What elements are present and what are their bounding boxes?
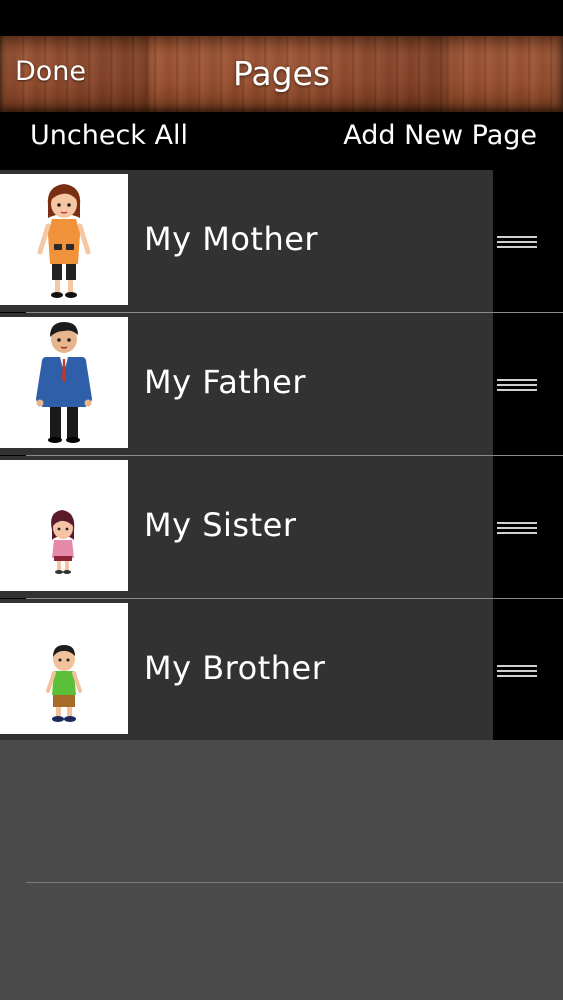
status-bar	[0, 0, 563, 36]
list-item[interactable]: My Sister	[0, 456, 563, 599]
toolbar: Uncheck All Add New Page	[0, 112, 563, 170]
navigation-bar: Done Pages	[0, 36, 563, 112]
sister-figure-icon	[0, 460, 128, 591]
page-title: Pages	[232, 54, 331, 93]
father-figure-icon	[0, 317, 128, 448]
reorder-handle-icon[interactable]	[497, 236, 537, 248]
list-item-label: My Brother	[144, 649, 326, 687]
list-item[interactable]: My Brother	[0, 599, 563, 742]
row-separator	[26, 882, 563, 883]
list-item-label: My Sister	[144, 506, 297, 544]
reorder-handle-icon[interactable]	[497, 665, 537, 677]
uncheck-all-button[interactable]: Uncheck All	[30, 120, 188, 151]
list-item-label: My Father	[144, 363, 306, 401]
list-item-label: My Mother	[144, 220, 319, 258]
list-item[interactable]: My Mother	[0, 170, 563, 313]
empty-list-area	[0, 740, 563, 1000]
reorder-handle-icon[interactable]	[497, 379, 537, 391]
list-item[interactable]: My Father	[0, 313, 563, 456]
add-new-page-button[interactable]: Add New Page	[343, 120, 537, 151]
mother-figure-icon	[0, 174, 128, 305]
brother-figure-icon	[0, 603, 128, 734]
reorder-handle-icon[interactable]	[497, 522, 537, 534]
